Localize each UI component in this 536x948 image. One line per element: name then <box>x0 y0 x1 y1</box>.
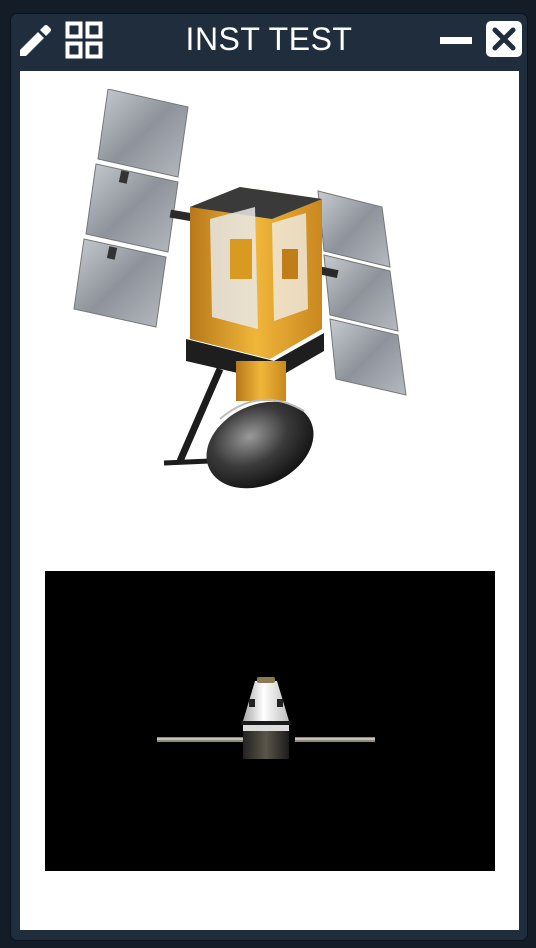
satellite-image <box>73 89 407 489</box>
capsule-image <box>157 677 375 759</box>
close-icon <box>492 27 516 51</box>
close-button[interactable] <box>486 21 522 57</box>
capsule-video <box>45 571 495 871</box>
window-titlebar[interactable]: INST TEST <box>11 14 527 68</box>
window-frame: INST TEST <box>11 14 527 940</box>
minimize-icon[interactable] <box>439 34 473 48</box>
content-panel <box>20 71 519 930</box>
